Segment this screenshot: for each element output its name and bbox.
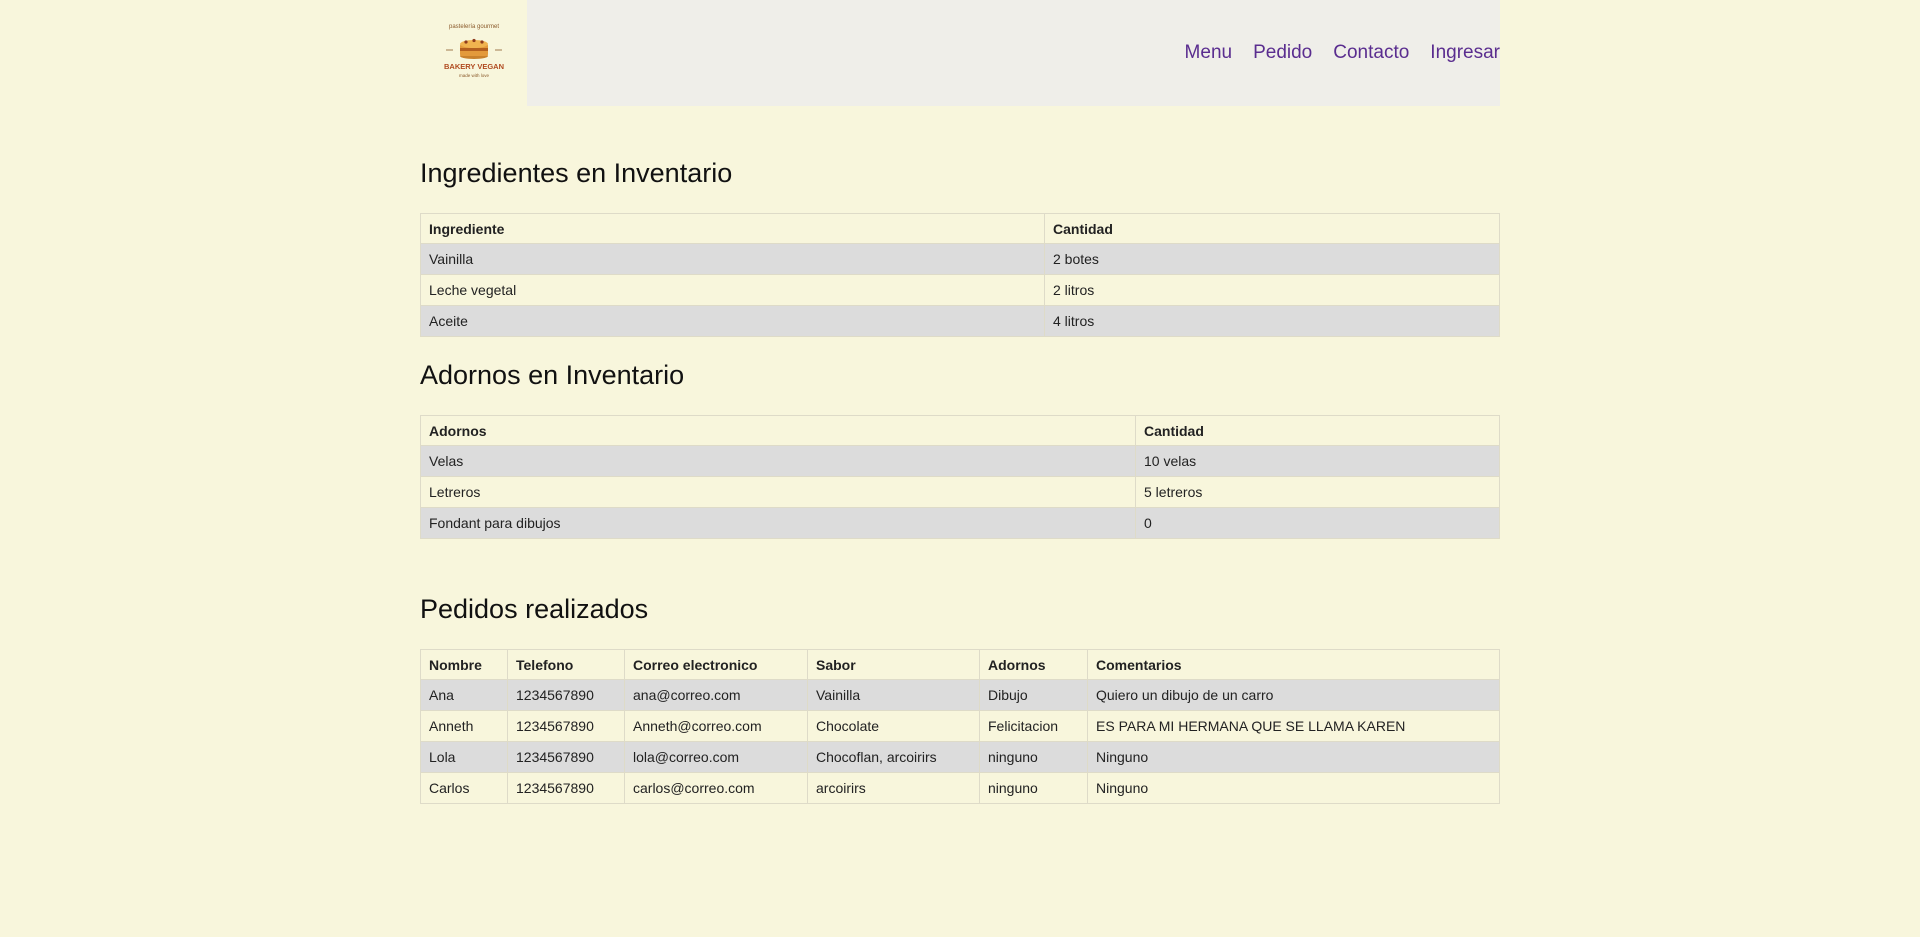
table-row: Leche vegetal 2 litros <box>420 274 1500 306</box>
table-cell: 10 velas <box>1135 445 1500 477</box>
table-cell: Velas <box>420 445 1136 477</box>
column-header: Nombre <box>420 649 508 680</box>
nav-link-ingresar[interactable]: Ingresar <box>1430 42 1500 64</box>
table-row: Aceite 4 litros <box>420 305 1500 337</box>
table-cell: arcoirirs <box>807 772 980 804</box>
table-cell: Ninguno <box>1087 772 1500 804</box>
table-cell: Fondant para dibujos <box>420 507 1136 539</box>
table-cell: Anneth@correo.com <box>624 710 808 742</box>
main-nav: Menu Pedido Contacto Ingresar <box>527 0 1500 106</box>
nav-link-pedido[interactable]: Pedido <box>1253 42 1312 64</box>
cake-logo-icon: pastelería gourmet BAKERY VEGAN made wit… <box>443 24 503 78</box>
pedidos-title: Pedidos realizados <box>420 594 649 624</box>
column-header: Comentarios <box>1087 649 1500 680</box>
column-header: Telefono <box>507 649 625 680</box>
table-row: Fondant para dibujos 0 <box>420 507 1500 539</box>
table-cell: 1234567890 <box>507 710 625 742</box>
table-cell: 1234567890 <box>507 679 625 711</box>
table-cell: 0 <box>1135 507 1500 539</box>
ingredientes-table: Ingrediente Cantidad Vainilla 2 botes Le… <box>420 213 1500 337</box>
ingredientes-title: Ingredientes en Inventario <box>420 158 733 188</box>
table-cell: Ana <box>420 679 508 711</box>
column-header: Sabor <box>807 649 980 680</box>
table-cell: 4 litros <box>1044 305 1500 337</box>
column-header: Adornos <box>420 415 1136 446</box>
column-header: Adornos <box>979 649 1088 680</box>
column-header: Correo electronico <box>624 649 808 680</box>
table-cell: Chocoflan, arcoirirs <box>807 741 980 773</box>
column-header: Cantidad <box>1044 213 1500 244</box>
table-row: Lola 1234567890 lola@correo.com Chocofla… <box>420 741 1500 773</box>
table-cell: Quiero un dibujo de un carro <box>1087 679 1500 711</box>
nav-link-contacto[interactable]: Contacto <box>1333 42 1409 64</box>
table-row: Ana 1234567890 ana@correo.com Vainilla D… <box>420 679 1500 711</box>
table-cell: 1234567890 <box>507 772 625 804</box>
adornos-table: Adornos Cantidad Velas 10 velas Letreros… <box>420 415 1500 539</box>
logo-brand-text: BAKERY VEGAN <box>443 62 503 71</box>
table-row: Velas 10 velas <box>420 445 1500 477</box>
table-row: Carlos 1234567890 carlos@correo.com arco… <box>420 772 1500 804</box>
logo-top-text: pastelería gourmet <box>448 24 498 30</box>
table-cell: ES PARA MI HERMANA QUE SE LLAMA KAREN <box>1087 710 1500 742</box>
nav-link-menu[interactable]: Menu <box>1185 42 1233 64</box>
table-header-row: Nombre Telefono Correo electronico Sabor… <box>420 649 1500 680</box>
page-container: pastelería gourmet BAKERY VEGAN made wit… <box>420 0 1500 804</box>
logo[interactable]: pastelería gourmet BAKERY VEGAN made wit… <box>420 0 527 106</box>
table-cell: lola@correo.com <box>624 741 808 773</box>
table-row: Anneth 1234567890 Anneth@correo.com Choc… <box>420 710 1500 742</box>
table-row: Vainilla 2 botes <box>420 243 1500 275</box>
table-cell: Carlos <box>420 772 508 804</box>
top-header: pastelería gourmet BAKERY VEGAN made wit… <box>420 0 1500 106</box>
table-cell: 1234567890 <box>507 741 625 773</box>
table-cell: Ninguno <box>1087 741 1500 773</box>
table-header-row: Ingrediente Cantidad <box>420 213 1500 244</box>
table-cell: Lola <box>420 741 508 773</box>
table-cell: Vainilla <box>807 679 980 711</box>
table-cell: Felicitacion <box>979 710 1088 742</box>
table-cell: Vainilla <box>420 243 1045 275</box>
table-cell: Letreros <box>420 476 1136 508</box>
adornos-title: Adornos en Inventario <box>420 360 685 390</box>
table-cell: ninguno <box>979 772 1088 804</box>
column-header: Ingrediente <box>420 213 1045 244</box>
table-cell: 2 litros <box>1044 274 1500 306</box>
column-header: Cantidad <box>1135 415 1500 446</box>
table-cell: ana@correo.com <box>624 679 808 711</box>
table-cell: Chocolate <box>807 710 980 742</box>
table-cell: 5 letreros <box>1135 476 1500 508</box>
table-cell: Aceite <box>420 305 1045 337</box>
logo-tagline: made with love <box>458 73 489 78</box>
table-row: Letreros 5 letreros <box>420 476 1500 508</box>
table-cell: carlos@correo.com <box>624 772 808 804</box>
table-cell: Anneth <box>420 710 508 742</box>
table-cell: 2 botes <box>1044 243 1500 275</box>
table-cell: Leche vegetal <box>420 274 1045 306</box>
table-cell: Dibujo <box>979 679 1088 711</box>
table-header-row: Adornos Cantidad <box>420 415 1500 446</box>
pedidos-table: Nombre Telefono Correo electronico Sabor… <box>420 649 1500 804</box>
table-cell: ninguno <box>979 741 1088 773</box>
